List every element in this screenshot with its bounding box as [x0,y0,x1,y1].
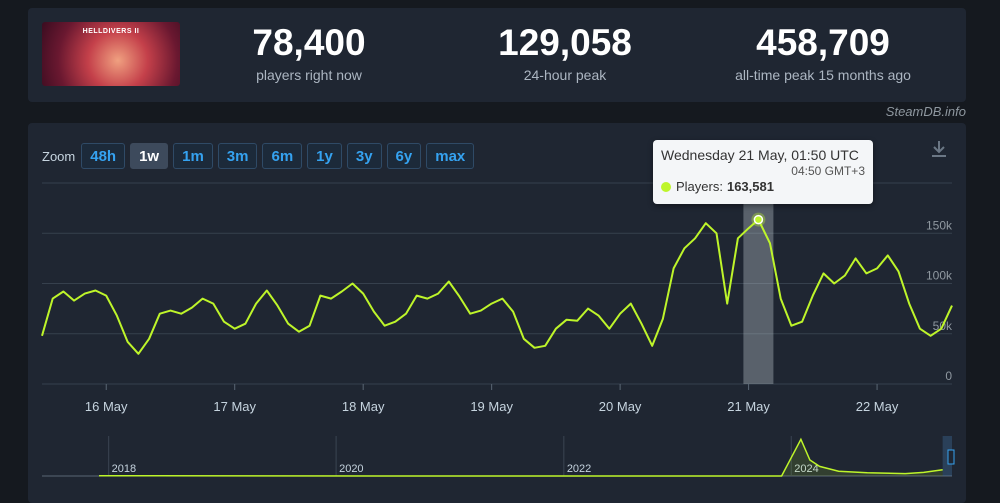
navigator-tick-label: 2018 [112,463,136,475]
zoom-button-1m[interactable]: 1m [173,143,213,169]
x-tick-label: 16 May [85,399,128,414]
zoom-button-1y[interactable]: 1y [307,143,342,169]
game-logo: HELLDIVERS II [82,28,140,35]
stat-24h-peak: 129,058 24-hour peak [480,22,650,83]
series-dot-icon [661,181,671,192]
tooltip-title: Wednesday 21 May, 01:50 UTC [661,147,859,163]
zoom-label: Zoom [42,148,76,164]
highlight-point [753,214,764,225]
tooltip-subtitle: 04:50 GMT+3 [791,164,865,178]
zoom-buttons: 48h 1w 1m 3m 6m 1y 3y 6y max [81,143,479,169]
x-tick-label: 19 May [470,399,513,414]
stat-value: 78,400 [252,22,366,63]
stat-current-players: 78,400 players right now [224,22,394,83]
zoom-button-3y[interactable]: 3y [346,143,382,169]
stat-label: all-time peak 15 months ago [735,67,911,83]
x-tick-label: 22 May [856,399,899,414]
y-tick-label: 0 [945,369,952,383]
tooltip-series-label: Players: [676,179,723,194]
stats-card: HELLDIVERS II 78,400 players right now 1… [28,8,966,102]
navigator-tick-label: 2020 [339,463,363,475]
zoom-button-6m[interactable]: 6m [262,143,303,169]
zoom-button-48h[interactable]: 48h [81,143,126,169]
navigator-handle [947,449,955,465]
download-icon[interactable] [930,139,948,164]
zoom-button-3m[interactable]: 3m [217,143,258,169]
x-tick-label: 20 May [599,399,642,414]
stat-all-time-peak: 458,709 all-time peak 15 months ago [708,22,938,83]
tooltip-row: Players: 163,581 [661,179,865,194]
stat-label: players right now [256,67,362,83]
stat-label: 24-hour peak [523,67,607,83]
tooltip-value: 163,581 [726,179,774,194]
x-tick-label: 18 May [342,399,385,414]
zoom-button-1w[interactable]: 1w [130,143,169,169]
x-tick-label: 17 May [213,399,256,414]
zoom-button-max[interactable]: max [426,143,475,169]
x-tick-label: 21 May [727,399,770,414]
steamdb-credit[interactable]: SteamDB.info [886,104,966,119]
stat-value: 129,058 [498,22,632,63]
chart-card: 0 50k 100k 150k 16 May 17 May 18 May 19 May 20 M… [28,123,966,503]
zoom-bar: Zoom 48h 1w 1m 3m 6m 1y 3y 6y max [42,143,479,169]
navigator-area [99,439,943,476]
y-tick-label: 100k [926,269,953,283]
y-tick-label: 150k [926,218,953,232]
navigator-tick-label: 2022 [567,463,591,475]
game-thumbnail[interactable]: HELLDIVERS II [42,22,180,86]
chart-tooltip: Wednesday 21 May, 01:50 UTC 04:50 GMT+3 … [653,140,873,204]
zoom-button-6y[interactable]: 6y [386,143,422,169]
stat-value: 458,709 [756,22,890,63]
